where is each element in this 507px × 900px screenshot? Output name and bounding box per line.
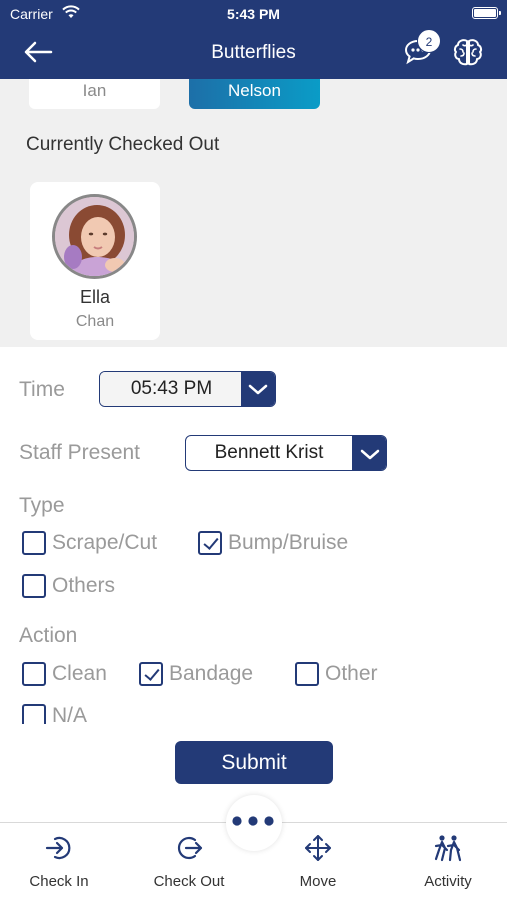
type-option-label: Scrape/Cut — [52, 531, 158, 554]
more-dots-icon — [232, 816, 274, 826]
checkbox[interactable] — [22, 531, 46, 555]
app-header: Carrier 5:43 PM Butterflies 2 — [0, 0, 507, 79]
tab-label: Activity — [424, 873, 472, 890]
chat-badge: 2 — [417, 29, 441, 53]
action-option-na[interactable]: N/A — [22, 704, 87, 724]
child-last-name: Chan — [75, 313, 115, 330]
check-out-icon — [177, 836, 203, 860]
time-dropdown-toggle[interactable] — [241, 372, 275, 406]
chevron-down-icon — [248, 384, 268, 395]
action-option-label: Bandage — [169, 662, 254, 685]
staff-value: Bennett Krist — [214, 442, 324, 463]
brain-icon[interactable] — [451, 36, 485, 70]
checkbox[interactable] — [22, 704, 46, 724]
action-option-label: N/A — [52, 704, 88, 724]
tab-check-in[interactable]: Check In — [4, 823, 114, 900]
staff-dropdown[interactable]: Bennett Krist — [185, 435, 387, 471]
tab-label: Move — [299, 873, 337, 890]
section-title: Currently Checked Out — [26, 134, 220, 155]
tab-label: Check In — [29, 873, 89, 890]
tab-label: Check Out — [153, 873, 225, 890]
staff-dropdown-toggle[interactable] — [352, 436, 386, 470]
tab-activity[interactable]: Activity — [393, 823, 503, 900]
child-card-ella[interactable]: Ella Chan — [30, 182, 160, 340]
type-option-label: Bump/Bruise — [228, 531, 349, 554]
action-option-clean[interactable]: Clean — [22, 662, 107, 686]
status-bar: Carrier 5:43 PM — [0, 0, 507, 28]
chevron-down-icon — [360, 449, 380, 460]
checkbox[interactable] — [295, 662, 319, 686]
type-option-bump-bruise[interactable]: Bump/Bruise — [198, 531, 348, 555]
action-label: Action — [19, 624, 78, 647]
time-label: Time — [19, 378, 65, 401]
time-value: 05:43 PM — [100, 372, 243, 406]
child-card-ian[interactable]: Ian — [29, 79, 160, 109]
staff-label: Staff Present — [19, 441, 141, 464]
child-first-name: Ella — [79, 287, 110, 307]
action-option-other[interactable]: Other — [295, 662, 378, 686]
time-dropdown[interactable]: 05:43 PM — [99, 371, 276, 407]
checkbox-checked[interactable] — [198, 531, 222, 555]
child-photo — [55, 197, 134, 276]
activity-icon — [434, 835, 462, 862]
action-option-label: Clean — [52, 662, 107, 685]
check-in-icon — [45, 836, 71, 860]
type-option-label: Others — [52, 574, 116, 597]
checkbox-checked[interactable] — [139, 662, 163, 686]
status-time: 5:43 PM — [227, 6, 280, 22]
checkbox[interactable] — [22, 574, 46, 598]
more-button[interactable] — [226, 795, 282, 851]
battery-icon — [472, 7, 501, 19]
submit-button[interactable]: Submit — [175, 741, 333, 784]
type-option-scrape-cut[interactable]: Scrape/Cut — [22, 531, 157, 555]
type-label: Type — [19, 494, 65, 517]
move-icon — [305, 835, 331, 861]
child-card-nelson[interactable]: Nelson — [189, 79, 320, 109]
checkbox[interactable] — [22, 662, 46, 686]
type-option-others[interactable]: Others — [22, 574, 115, 598]
action-option-label: Other — [325, 662, 378, 685]
action-option-bandage[interactable]: Bandage — [139, 662, 253, 686]
avatar — [52, 194, 137, 279]
